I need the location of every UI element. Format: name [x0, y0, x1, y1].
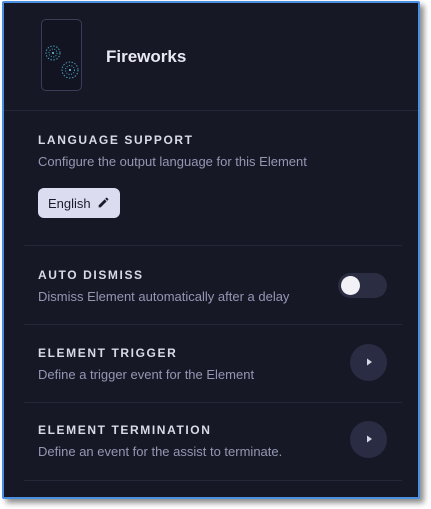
divider [24, 324, 402, 325]
divider [24, 402, 402, 403]
element-trigger-section: ELEMENT TRIGGER Define a trigger event f… [38, 346, 402, 382]
element-termination-title: ELEMENT TERMINATION [38, 423, 212, 437]
toggle-knob [341, 276, 360, 295]
divider [24, 245, 402, 246]
language-button-label: English [48, 195, 91, 211]
language-support-section: LANGUAGE SUPPORT Configure the output la… [38, 133, 402, 169]
language-support-title: LANGUAGE SUPPORT [38, 133, 194, 147]
panel-header: Fireworks [4, 3, 418, 111]
element-trigger-description: Define a trigger event for the Element [38, 367, 255, 382]
element-settings-panel: Fireworks LANGUAGE SUPPORT Configure the… [2, 1, 420, 499]
element-trigger-title: ELEMENT TRIGGER [38, 346, 178, 360]
language-support-description: Configure the output language for this E… [38, 154, 307, 169]
divider [24, 480, 402, 481]
element-termination-description: Define an event for the assist to termin… [38, 444, 283, 459]
auto-dismiss-toggle[interactable] [338, 273, 387, 298]
element-termination-button[interactable] [350, 421, 387, 458]
element-termination-section: ELEMENT TERMINATION Define an event for … [38, 423, 402, 459]
element-trigger-button[interactable] [350, 344, 387, 381]
pencil-icon [97, 196, 110, 212]
play-icon [364, 431, 374, 449]
element-title: Fireworks [106, 47, 187, 66]
screen: Fireworks LANGUAGE SUPPORT Configure the… [0, 0, 431, 509]
fireworks-thumbnail-icon [41, 19, 82, 91]
language-select-button[interactable]: English [38, 188, 120, 218]
play-icon [364, 354, 374, 372]
